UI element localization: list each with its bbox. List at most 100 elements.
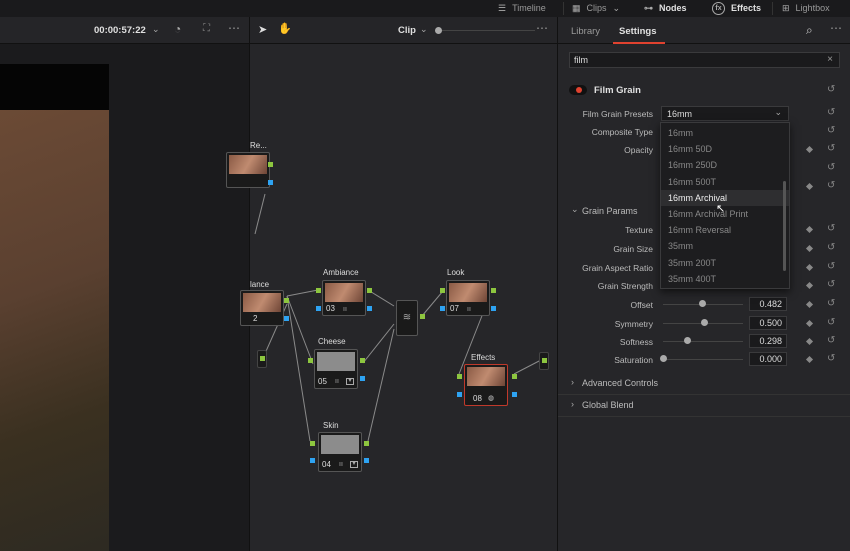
node-skin[interactable]: 04 ıı ▾ bbox=[318, 432, 362, 472]
dropdown-option[interactable]: 16mm 500T bbox=[661, 174, 789, 190]
node-output-port[interactable] bbox=[284, 316, 289, 321]
keyframe-icon[interactable] bbox=[805, 319, 814, 328]
dropdown-option[interactable]: 16mm bbox=[661, 125, 789, 141]
node-output-port[interactable] bbox=[367, 288, 372, 293]
more-options-icon[interactable]: ⋯ bbox=[830, 21, 842, 35]
node-output-port[interactable] bbox=[367, 306, 372, 311]
chevron-down-icon[interactable]: ⌄ bbox=[420, 24, 428, 35]
softness-value[interactable]: 0.298 bbox=[749, 334, 787, 348]
search-input[interactable]: film × bbox=[569, 52, 840, 68]
node-mode-label[interactable]: Clip bbox=[398, 25, 416, 36]
more-options-icon[interactable]: ⋯ bbox=[228, 21, 240, 35]
reset-icon[interactable]: ↺ bbox=[827, 223, 835, 234]
dropdown-option[interactable]: 35mm 400T bbox=[661, 271, 789, 287]
keyframe-icon[interactable] bbox=[805, 281, 814, 290]
node-output-port[interactable] bbox=[512, 374, 517, 379]
reset-icon[interactable]: ↺ bbox=[827, 143, 835, 154]
reset-icon[interactable]: ↺ bbox=[827, 353, 835, 364]
node-cheese[interactable]: 05 ıı ▾ bbox=[314, 349, 358, 389]
pointer-icon[interactable]: ➤ bbox=[258, 23, 267, 36]
keyframe-icon[interactable] bbox=[805, 300, 814, 309]
dropdown-scrollbar[interactable] bbox=[783, 181, 786, 271]
offset-value[interactable]: 0.482 bbox=[749, 297, 787, 311]
global-blend-header[interactable]: Global Blend bbox=[582, 400, 634, 410]
node-output-port[interactable] bbox=[260, 356, 265, 361]
lightbox-button[interactable]: ⊞ Lightbox bbox=[782, 1, 830, 15]
node-output-port[interactable] bbox=[491, 288, 496, 293]
reset-icon[interactable]: ↺ bbox=[827, 107, 835, 118]
node-input-port[interactable] bbox=[440, 306, 445, 311]
zoom-slider-knob[interactable] bbox=[435, 27, 442, 34]
nodes-button[interactable]: ⊶ Nodes bbox=[644, 1, 687, 15]
effects-button[interactable]: fx Effects bbox=[712, 1, 761, 15]
node-re[interactable] bbox=[226, 152, 270, 188]
color-picker-icon[interactable]: ◔ bbox=[174, 22, 181, 36]
chevron-down-icon[interactable]: ⌄ bbox=[152, 24, 160, 35]
node-output-port[interactable] bbox=[268, 162, 273, 167]
node-output-port[interactable] bbox=[542, 358, 547, 363]
advanced-controls-header[interactable]: Advanced Controls bbox=[582, 378, 658, 388]
grain-params-header[interactable]: Grain Params bbox=[582, 206, 638, 216]
reset-icon[interactable]: ↺ bbox=[827, 298, 835, 309]
clear-search-icon[interactable]: × bbox=[827, 54, 833, 65]
node-look[interactable]: 07 ıı bbox=[446, 280, 490, 316]
node-graph[interactable]: Re... lance 2 Ambiance 03 ıı Cheese 05 ı… bbox=[226, 44, 557, 551]
dropdown-option[interactable]: 16mm 50D bbox=[661, 141, 789, 157]
keyframe-icon[interactable] bbox=[805, 337, 814, 346]
saturation-slider-knob[interactable] bbox=[660, 355, 667, 362]
dropdown-option[interactable]: 16mm 250D bbox=[661, 157, 789, 173]
node-output-port[interactable] bbox=[491, 306, 496, 311]
reset-icon[interactable]: ↺ bbox=[827, 242, 835, 253]
reset-icon[interactable]: ↺ bbox=[827, 261, 835, 272]
parallel-mixer-node[interactable]: ≋ bbox=[396, 300, 418, 336]
node-output-port[interactable] bbox=[268, 180, 273, 185]
node-input-port[interactable] bbox=[457, 374, 462, 379]
reset-icon[interactable]: ↺ bbox=[827, 335, 835, 346]
symmetry-value[interactable]: 0.500 bbox=[749, 316, 787, 330]
node-input-port[interactable] bbox=[440, 288, 445, 293]
keyframe-icon[interactable] bbox=[805, 244, 814, 253]
node-input-port[interactable] bbox=[316, 288, 321, 293]
softness-slider-knob[interactable] bbox=[684, 337, 691, 344]
fullscreen-icon[interactable]: ⛶ bbox=[203, 23, 210, 34]
node-output-port[interactable] bbox=[364, 458, 369, 463]
node-input-port[interactable] bbox=[457, 392, 462, 397]
keyframe-icon[interactable] bbox=[805, 182, 814, 191]
preset-dropdown[interactable]: 16mm ⌄ bbox=[661, 106, 789, 121]
chevron-down-icon[interactable]: ⌄ bbox=[571, 204, 579, 215]
offset-slider-knob[interactable] bbox=[699, 300, 706, 307]
node-input-port[interactable] bbox=[308, 358, 313, 363]
more-options-icon[interactable]: ⋯ bbox=[536, 21, 548, 35]
node-input-port[interactable] bbox=[310, 441, 315, 446]
chevron-right-icon[interactable]: › bbox=[571, 399, 574, 409]
keyframe-icon[interactable] bbox=[805, 145, 814, 154]
node-balance[interactable]: 2 bbox=[240, 290, 284, 326]
reset-icon[interactable]: ↺ bbox=[827, 84, 835, 95]
node-output-port[interactable] bbox=[360, 376, 365, 381]
clips-button[interactable]: ▦ Clips ⌄ bbox=[572, 1, 620, 15]
node-output-port[interactable] bbox=[284, 298, 289, 303]
keyframe-icon[interactable] bbox=[805, 225, 814, 234]
node-effects[interactable]: 08 ◍ bbox=[464, 364, 508, 406]
chevron-right-icon[interactable]: › bbox=[571, 377, 574, 387]
node-input-port[interactable] bbox=[310, 458, 315, 463]
dropdown-option[interactable]: 35mm bbox=[661, 238, 789, 254]
node-output-port[interactable] bbox=[512, 392, 517, 397]
saturation-slider[interactable] bbox=[663, 359, 743, 360]
keyframe-icon[interactable] bbox=[805, 263, 814, 272]
search-icon[interactable]: ⌕ bbox=[806, 23, 813, 38]
hand-icon[interactable]: ✋ bbox=[278, 22, 292, 35]
saturation-value[interactable]: 0.000 bbox=[749, 352, 787, 366]
node-output-port[interactable] bbox=[360, 358, 365, 363]
reset-icon[interactable]: ↺ bbox=[827, 180, 835, 191]
node-input-port[interactable] bbox=[316, 306, 321, 311]
dropdown-option[interactable]: 16mm Reversal bbox=[661, 222, 789, 238]
effect-toggle[interactable] bbox=[569, 85, 587, 95]
node-ambiance[interactable]: 03 ıı bbox=[322, 280, 366, 316]
keyframe-icon[interactable] bbox=[805, 355, 814, 364]
node-output-port[interactable] bbox=[420, 314, 425, 319]
softness-slider[interactable] bbox=[663, 341, 743, 342]
tab-library[interactable]: Library bbox=[571, 26, 600, 37]
symmetry-slider-knob[interactable] bbox=[701, 319, 708, 326]
tab-settings[interactable]: Settings bbox=[619, 26, 656, 37]
